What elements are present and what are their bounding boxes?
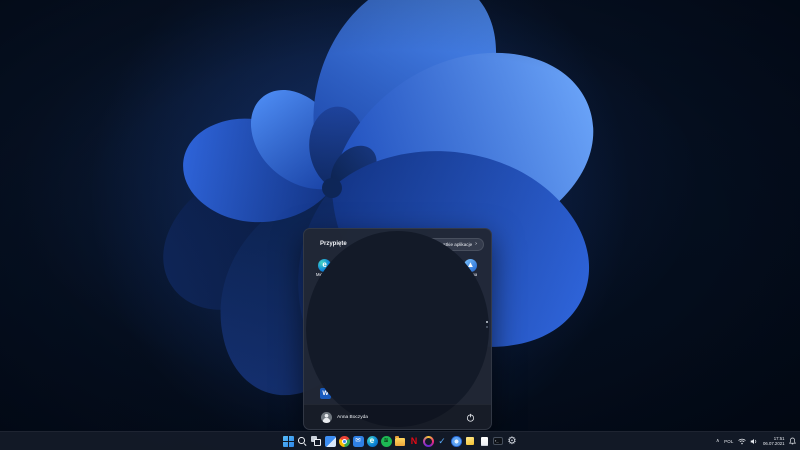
instagram-icon: ◎ xyxy=(405,316,419,330)
widgets-button[interactable] xyxy=(324,435,336,448)
taskbar-center-icons: ✉ e ≋ N ✓ ›_ ⚙ xyxy=(282,432,518,450)
photos-button[interactable] xyxy=(450,435,462,448)
pinned-header: Przypięte xyxy=(320,241,347,248)
task-view-button[interactable] xyxy=(310,435,322,448)
chrome-icon xyxy=(338,435,350,447)
edge-button[interactable]: e xyxy=(366,435,378,448)
language-indicator[interactable]: POL xyxy=(724,439,733,444)
windows-start-button[interactable] xyxy=(282,435,294,448)
instagram-button[interactable] xyxy=(422,435,434,448)
to-do-icon: ✓ xyxy=(438,435,446,446)
pager-dot-active xyxy=(486,321,488,323)
mail-icon: ✉ xyxy=(352,435,364,447)
widgets-icon xyxy=(324,435,336,447)
power-icon xyxy=(466,413,475,422)
start-menu-footer: Anna Boczyda xyxy=(304,404,491,429)
search-icon xyxy=(297,436,308,447)
settings-icon: ⚙ xyxy=(507,434,517,447)
search-button[interactable] xyxy=(296,435,308,448)
notification-bell-icon[interactable] xyxy=(789,437,796,445)
pinned-apps-grid: eMicrosoft EdgeWWordXExcelPPowerPoint⊞Mi… xyxy=(310,257,485,342)
start-menu: Przypięte Wszystkie aplikacje › eMicroso… xyxy=(303,228,492,430)
netflix-button[interactable]: N xyxy=(408,435,420,448)
settings-button[interactable]: ⚙ xyxy=(506,435,518,448)
to-do-button[interactable]: ✓ xyxy=(436,435,448,448)
wifi-icon[interactable] xyxy=(738,438,746,445)
taskbar: ✉ e ≋ N ✓ ›_ ⚙ ∧ POL 17:51 06.07.2021 xyxy=(0,431,800,450)
mail-button[interactable]: ✉ xyxy=(352,435,364,448)
netflix-icon: N xyxy=(410,435,418,446)
pinned-pager[interactable] xyxy=(486,321,488,328)
sticky-notes-button[interactable] xyxy=(464,435,476,448)
tray-date: 06.07.2021 xyxy=(762,441,785,446)
document-icon xyxy=(480,436,488,446)
pinned-app-instagram[interactable]: ◎Instagram xyxy=(397,315,426,342)
task-view-icon xyxy=(311,436,322,447)
tray-chevron-up-icon[interactable]: ∧ xyxy=(716,438,720,444)
volume-icon[interactable] xyxy=(750,438,758,445)
file-explorer-icon xyxy=(395,436,405,446)
chevron-right-icon: › xyxy=(475,240,477,247)
desktop[interactable]: Przypięte Wszystkie aplikacje › eMicroso… xyxy=(0,0,800,450)
power-button[interactable] xyxy=(464,411,477,424)
windows-start-icon xyxy=(282,435,294,447)
sticky-notes-icon xyxy=(466,436,474,446)
edge-icon: e xyxy=(366,435,378,447)
photos-icon xyxy=(450,435,462,447)
terminal-icon: ›_ xyxy=(493,437,503,445)
user-profile-button[interactable]: Anna Boczyda xyxy=(321,411,368,423)
file-explorer-button[interactable] xyxy=(394,435,406,448)
user-avatar xyxy=(321,411,332,423)
document-button[interactable] xyxy=(478,435,490,448)
chrome-button[interactable] xyxy=(338,435,350,448)
instagram-icon xyxy=(422,435,434,447)
clock[interactable]: 17:51 06.07.2021 xyxy=(763,436,785,447)
spotify-icon: ≋ xyxy=(380,435,392,447)
spotify-button[interactable]: ≋ xyxy=(380,435,392,448)
system-tray: ∧ POL 17:51 06.07.2021 xyxy=(716,432,796,450)
user-name: Anna Boczyda xyxy=(337,414,368,420)
pager-dot xyxy=(486,325,488,328)
terminal-button[interactable]: ›_ xyxy=(492,435,504,448)
